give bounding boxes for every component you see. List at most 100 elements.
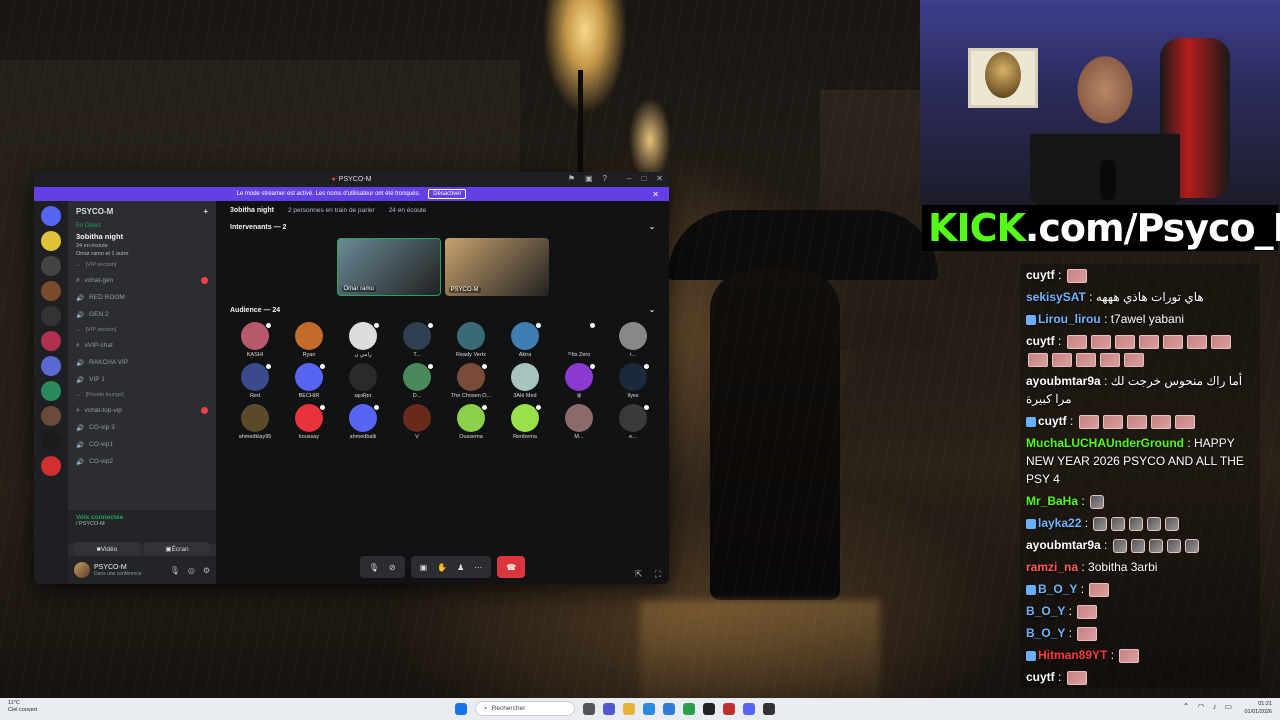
audience-member[interactable]: Oussema bbox=[444, 404, 498, 440]
audience-member[interactable]: iiji bbox=[552, 363, 606, 399]
stage-actions[interactable]: ▣ ✋ ♟ ⋯ bbox=[410, 556, 492, 578]
screen-share-icon[interactable]: ▣ bbox=[420, 563, 428, 572]
screen-share-button[interactable]: ▣ Écran bbox=[144, 542, 210, 556]
audience-member[interactable]: 3Alé Med bbox=[498, 363, 552, 399]
server-icon[interactable] bbox=[41, 356, 61, 376]
file-explorer-icon[interactable] bbox=[623, 702, 635, 715]
edge-icon[interactable] bbox=[643, 702, 655, 715]
system-tray[interactable]: ⌃ ◠ ♪ ▭ bbox=[1183, 702, 1232, 711]
chrome-icon[interactable] bbox=[683, 702, 695, 715]
chat-username[interactable]: B_O_Y bbox=[1026, 626, 1065, 640]
server-icon[interactable] bbox=[41, 256, 61, 276]
wifi-icon[interactable]: ◠ bbox=[1197, 702, 1204, 711]
chevron-down-icon[interactable]: ⌄ bbox=[649, 306, 655, 314]
gear-icon[interactable]: ⚙ bbox=[203, 566, 210, 575]
audience-member[interactable]: KASHI bbox=[228, 322, 282, 358]
chat-username[interactable]: B_O_Y bbox=[1038, 582, 1077, 596]
voice-channel[interactable]: 🔊 CO-vip1 bbox=[68, 436, 216, 453]
chat-username[interactable]: cuytf bbox=[1026, 334, 1055, 348]
audience-member[interactable]: Ryan bbox=[282, 322, 336, 358]
app-icon[interactable] bbox=[763, 702, 775, 715]
audience-member[interactable]: ahmedbalti bbox=[336, 404, 390, 440]
audience-member[interactable]: T... bbox=[390, 322, 444, 358]
more-icon[interactable]: ⋯ bbox=[474, 563, 482, 572]
audience-member[interactable]: Red bbox=[228, 363, 282, 399]
server-icon[interactable] bbox=[41, 281, 61, 301]
audience-member[interactable]: رامي ن bbox=[336, 322, 390, 358]
screen-icon[interactable]: ▣ bbox=[585, 174, 593, 183]
weather-widget[interactable]: 11°C Ciel couvert bbox=[8, 700, 37, 714]
voice-channel-sub[interactable]: / PSYCO-M bbox=[76, 521, 208, 527]
channel-category[interactable]: ⌄ [VIP section] bbox=[68, 258, 216, 272]
home-icon[interactable] bbox=[41, 206, 61, 226]
chat-username[interactable]: B_O_Y bbox=[1026, 604, 1065, 618]
disconnect-button[interactable]: ☎ bbox=[497, 556, 526, 578]
audience-member[interactable]: ᴵᵗˢIts Zero bbox=[552, 322, 606, 358]
text-channel[interactable]: # vchat-top-vip bbox=[68, 402, 216, 419]
camera-off-icon[interactable]: ⊘ bbox=[389, 563, 396, 572]
audience-member[interactable]: The Chosen O... bbox=[444, 363, 498, 399]
fullscreen-icon[interactable]: ⛶ bbox=[655, 569, 661, 580]
stage-name[interactable]: 3obitha night bbox=[68, 231, 216, 242]
activity-icon[interactable]: ♟ bbox=[457, 563, 464, 572]
speaker-tile[interactable]: Omar ramo bbox=[336, 238, 441, 296]
audience-member[interactable]: e... bbox=[606, 404, 660, 440]
task-view-icon[interactable] bbox=[583, 702, 595, 715]
voice-channel[interactable]: 🔊 RED ROOM bbox=[68, 289, 216, 306]
audience-member[interactable]: Renbema bbox=[498, 404, 552, 440]
chat-username[interactable]: cuytf bbox=[1038, 414, 1067, 428]
server-icon[interactable] bbox=[41, 431, 61, 451]
obs-icon[interactable] bbox=[703, 702, 715, 715]
disable-streamer-button[interactable]: Désactiver bbox=[428, 189, 467, 199]
audience-section-header[interactable]: Audience — 24 ⌄ bbox=[216, 302, 669, 318]
audience-member[interactable]: ahmedklay95 bbox=[228, 404, 282, 440]
audience-member[interactable]: M... bbox=[552, 404, 606, 440]
window-titlebar[interactable]: ● PSYCO-M ⚑ ▣ ? – □ ✕ bbox=[34, 172, 669, 187]
chat-username[interactable]: MuchaLUCHAUnderGround bbox=[1026, 436, 1184, 450]
chat-username[interactable]: ayoubmtar9a bbox=[1026, 538, 1101, 552]
audience-member[interactable]: Ready Vertx bbox=[444, 322, 498, 358]
voice-channel[interactable]: 🔊 CO-vip 3 bbox=[68, 419, 216, 436]
chat-username[interactable]: ayoubmtar9a bbox=[1026, 374, 1101, 388]
voice-channel[interactable]: 🔊 GEN 2 bbox=[68, 306, 216, 323]
close-banner-icon[interactable]: ✕ bbox=[652, 190, 659, 199]
server-icon[interactable] bbox=[41, 456, 61, 476]
channel-category[interactable]: ⌄ [Private lounge] bbox=[68, 388, 216, 402]
voice-channel[interactable]: 🔊 VIP 1 bbox=[68, 371, 216, 388]
speakers-section-header[interactable]: Intervenants — 2 ⌄ bbox=[216, 219, 669, 235]
text-channel[interactable]: # vVIP-chat bbox=[68, 337, 216, 354]
hand-icon[interactable]: ✋ bbox=[437, 563, 447, 572]
text-channel[interactable]: # vchat-gen bbox=[68, 272, 216, 289]
mic-icon[interactable]: 🎙 bbox=[170, 566, 180, 575]
headphones-icon[interactable]: ◎ bbox=[188, 566, 195, 575]
mic-control[interactable]: 🎙 ⊘ bbox=[359, 556, 405, 578]
audience-member[interactable]: r... bbox=[606, 322, 660, 358]
discord-icon[interactable] bbox=[743, 702, 755, 715]
server-icon[interactable] bbox=[41, 381, 61, 401]
video-button[interactable]: ■ Vidéo bbox=[74, 542, 140, 556]
audience-member[interactable]: V bbox=[390, 404, 444, 440]
speaker-tile[interactable]: PSYCO-M bbox=[444, 238, 549, 296]
audience-member[interactable]: koussay bbox=[282, 404, 336, 440]
add-friend-icon[interactable]: + bbox=[203, 207, 208, 216]
voice-channel[interactable]: 🔊 CO-vip2 bbox=[68, 453, 216, 470]
chat-username[interactable]: ramzi_na bbox=[1026, 560, 1078, 574]
popout-icon[interactable]: ⇱ bbox=[635, 569, 643, 580]
audience-member[interactable]: BECHIR bbox=[282, 363, 336, 399]
audience-member[interactable]: Akira bbox=[498, 322, 552, 358]
chevron-up-icon[interactable]: ⌃ bbox=[1183, 702, 1190, 711]
server-icon[interactable] bbox=[41, 406, 61, 426]
maximize-button[interactable]: □ bbox=[641, 174, 646, 183]
chat-username[interactable]: Hitman89YT bbox=[1038, 648, 1107, 662]
chat-username[interactable]: layka22 bbox=[1038, 516, 1081, 530]
discord-window[interactable]: ● PSYCO-M ⚑ ▣ ? – □ ✕ Le mode streamer es… bbox=[34, 172, 669, 584]
battery-icon[interactable]: ▭ bbox=[1224, 702, 1232, 711]
flag-icon[interactable]: ⚑ bbox=[568, 174, 575, 183]
server-icon[interactable] bbox=[41, 331, 61, 351]
server-icon[interactable] bbox=[41, 306, 61, 326]
volume-icon[interactable]: ♪ bbox=[1212, 702, 1216, 711]
server-header[interactable]: PSYCO-M + bbox=[68, 201, 216, 221]
app-icon[interactable] bbox=[723, 702, 735, 715]
channel-category[interactable]: ⌄ [VIP section] bbox=[68, 323, 216, 337]
audience-member[interactable]: D... bbox=[390, 363, 444, 399]
